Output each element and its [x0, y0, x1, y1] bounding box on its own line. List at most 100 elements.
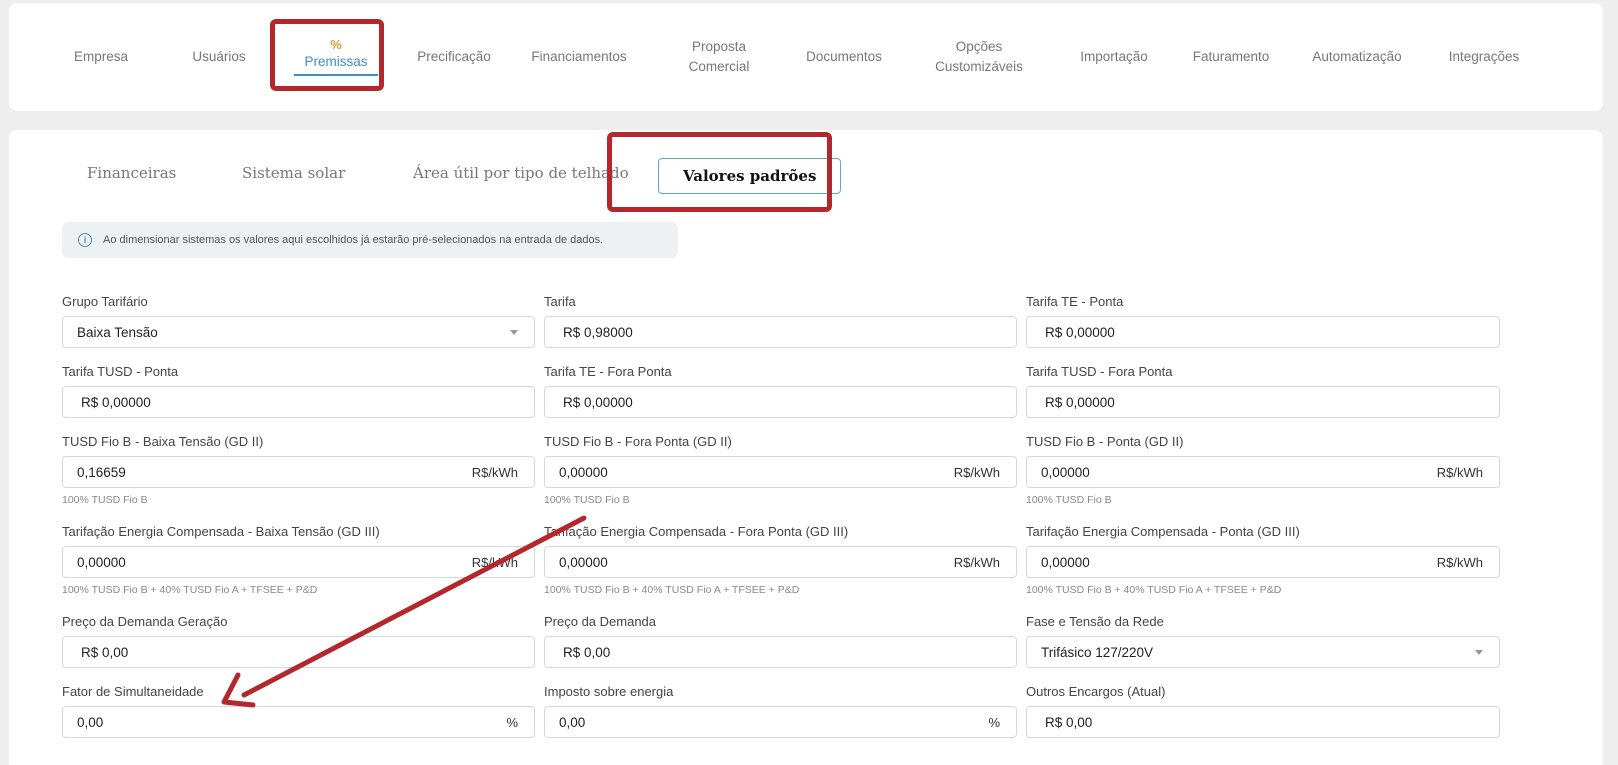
field-value: Trifásico 127/220V	[1041, 644, 1154, 660]
info-icon: i	[78, 233, 92, 247]
info-banner: i Ao dimensionar sistemas os valores aqu…	[62, 222, 678, 258]
field-hint: 100% TUSD Fio B	[1026, 494, 1112, 506]
nav-tab-label: Usuários	[192, 49, 246, 64]
tarifa-input[interactable]: R$ 0,98000	[544, 316, 1017, 348]
field-hint: 100% TUSD Fio B	[544, 494, 630, 506]
nav-tab-proposta-comercial[interactable]: Proposta Comercial	[669, 3, 769, 111]
nav-tab-premissas[interactable]: % Premissas	[281, 3, 391, 111]
field-value: R$ 0,00000	[563, 394, 633, 410]
field-value: 0,00000	[1041, 554, 1090, 570]
field-value: R$ 0,00	[563, 644, 611, 660]
field-hint: 100% TUSD Fio B + 40% TUSD Fio A + TFSEE…	[1026, 584, 1282, 596]
tarifa-tusd-ponta-input[interactable]: R$ 0,00000	[62, 386, 535, 418]
tarifa-te-fora-ponta-input[interactable]: R$ 0,00000	[544, 386, 1017, 418]
field-value: 0,00000	[1041, 464, 1090, 480]
nav-tab-label-line2: Customizáveis	[935, 59, 1023, 74]
nav-tab-label: Integrações	[1448, 49, 1520, 64]
subtab-financeiras[interactable]: Financeiras	[87, 160, 176, 186]
unit-suffix: %	[988, 714, 1000, 730]
field-label: Tarifa	[544, 294, 576, 309]
outros-encargos-input[interactable]: R$ 0,00	[1026, 706, 1500, 738]
nav-tab-integracoes[interactable]: Integrações	[1429, 3, 1539, 111]
chevron-down-icon	[1475, 649, 1483, 655]
unit-suffix: R$/kWh	[953, 464, 1000, 480]
field-label: TUSD Fio B - Baixa Tensão (GD II)	[62, 434, 264, 449]
fase-tensao-rede-select[interactable]: Trifásico 127/220V	[1026, 636, 1500, 668]
tusd-fio-b-baixa-tensao-input[interactable]: 0,16659 R$/kWh	[62, 456, 535, 488]
field-value: R$ 0,00	[1045, 714, 1093, 730]
grupo-tarifario-select[interactable]: Baixa Tensão	[62, 316, 535, 348]
field-label: Outros Encargos (Atual)	[1026, 684, 1166, 699]
field-label: Tarifação Energia Compensada - Fora Pont…	[544, 524, 849, 539]
field-value: R$ 0,00000	[81, 394, 151, 410]
nav-tab-label-line1: Opções	[955, 39, 1003, 54]
nav-tab-faturamento[interactable]: Faturamento	[1176, 3, 1286, 111]
active-tab-underline	[294, 74, 378, 76]
field-value: R$ 0,00000	[1045, 324, 1115, 340]
field-value: 0,00000	[559, 554, 608, 570]
fator-simultaneidade-input[interactable]: 0,00%	[62, 706, 535, 738]
field-hint: 100% TUSD Fio B + 40% TUSD Fio A + TFSEE…	[62, 584, 318, 596]
percent-icon: %	[330, 37, 342, 52]
nav-tab-label: Faturamento	[1192, 49, 1270, 64]
field-hint: 100% TUSD Fio B	[62, 494, 148, 506]
settings-nav: Empresa Usuários % Premissas Precificaçã…	[9, 3, 1603, 111]
field-value: R$ 0,00	[81, 644, 129, 660]
tarifa-te-ponta-input[interactable]: R$ 0,00000	[1026, 316, 1500, 348]
field-value: R$ 0,00000	[1045, 394, 1115, 410]
nav-tab-opcoes-customizaveis[interactable]: Opções Customizáveis	[924, 3, 1034, 111]
nav-tab-label: Financiamentos	[531, 49, 627, 64]
field-label: Tarifa TE - Fora Ponta	[544, 364, 672, 379]
nav-tab-empresa[interactable]: Empresa	[51, 3, 151, 111]
field-label: Tarifa TE - Ponta	[1026, 294, 1124, 309]
nav-tab-documentos[interactable]: Documentos	[789, 3, 899, 111]
field-label: Imposto sobre energia	[544, 684, 674, 699]
nav-tab-financiamentos[interactable]: Financiamentos	[514, 3, 644, 111]
nav-tab-label-line2: Comercial	[688, 59, 750, 74]
unit-suffix: R$/kWh	[1436, 464, 1483, 480]
field-value: Baixa Tensão	[77, 324, 158, 340]
field-label: Preço da Demanda	[544, 614, 657, 629]
unit-suffix: %	[506, 714, 518, 730]
field-value: 0,16659	[77, 464, 126, 480]
imposto-energia-input[interactable]: 0,00%	[544, 706, 1017, 738]
subtab-sistema-solar[interactable]: Sistema solar	[242, 160, 345, 186]
nav-tab-automatizacao[interactable]: Automatização	[1292, 3, 1422, 111]
energia-compensada-baixa-tensao-input[interactable]: 0,00000 R$/kWh	[62, 546, 535, 578]
energia-compensada-fora-ponta-input[interactable]: 0,00000 R$/kWh	[544, 546, 1017, 578]
subtab-area-util[interactable]: Área útil por tipo de telhado	[413, 160, 629, 186]
field-label: Fase e Tensão da Rede	[1026, 614, 1164, 629]
field-label: Tarifa TUSD - Fora Ponta	[1026, 364, 1173, 379]
energia-compensada-ponta-input[interactable]: 0,00000 R$/kWh	[1026, 546, 1500, 578]
nav-tab-importacao[interactable]: Importação	[1059, 3, 1169, 111]
nav-tab-label: Premissas	[304, 54, 368, 69]
nav-tab-usuarios[interactable]: Usuários	[169, 3, 269, 111]
field-label: Grupo Tarifário	[62, 294, 148, 309]
nav-tab-precificacao[interactable]: Precificação	[399, 3, 509, 111]
field-value: 0,00000	[77, 554, 126, 570]
field-value: 0,00	[559, 714, 586, 730]
preco-demanda-input[interactable]: R$ 0,00	[544, 636, 1017, 668]
field-value: 0,00000	[559, 464, 608, 480]
field-value: R$ 0,98000	[563, 324, 633, 340]
unit-suffix: R$/kWh	[953, 554, 1000, 570]
nav-tab-label: Empresa	[73, 49, 129, 64]
field-label: Tarifa TUSD - Ponta	[62, 364, 179, 379]
field-label: Tarifação Energia Compensada - Ponta (GD…	[1026, 524, 1300, 539]
field-label: Preço da Demanda Geração	[62, 614, 228, 629]
nav-tab-label: Automatização	[1312, 49, 1402, 64]
info-text: Ao dimensionar sistemas os valores aqui …	[103, 234, 604, 246]
unit-suffix: R$/kWh	[471, 554, 518, 570]
unit-suffix: R$/kWh	[471, 464, 518, 480]
unit-suffix: R$/kWh	[1436, 554, 1483, 570]
nav-tab-label-line1: Proposta	[691, 39, 747, 54]
tusd-fio-b-ponta-input[interactable]: 0,00000 R$/kWh	[1026, 456, 1500, 488]
tusd-fio-b-fora-ponta-input[interactable]: 0,00000 R$/kWh	[544, 456, 1017, 488]
subtab-valores-padroes[interactable]: Valores padrões	[658, 158, 842, 194]
preco-demanda-geracao-input[interactable]: R$ 0,00	[62, 636, 535, 668]
nav-tab-label: Precificação	[417, 49, 491, 64]
field-label: Tarifação Energia Compensada - Baixa Ten…	[62, 524, 380, 539]
tarifa-tusd-fora-ponta-input[interactable]: R$ 0,00000	[1026, 386, 1500, 418]
nav-tab-label: Importação	[1080, 49, 1148, 64]
chevron-down-icon	[510, 329, 518, 335]
